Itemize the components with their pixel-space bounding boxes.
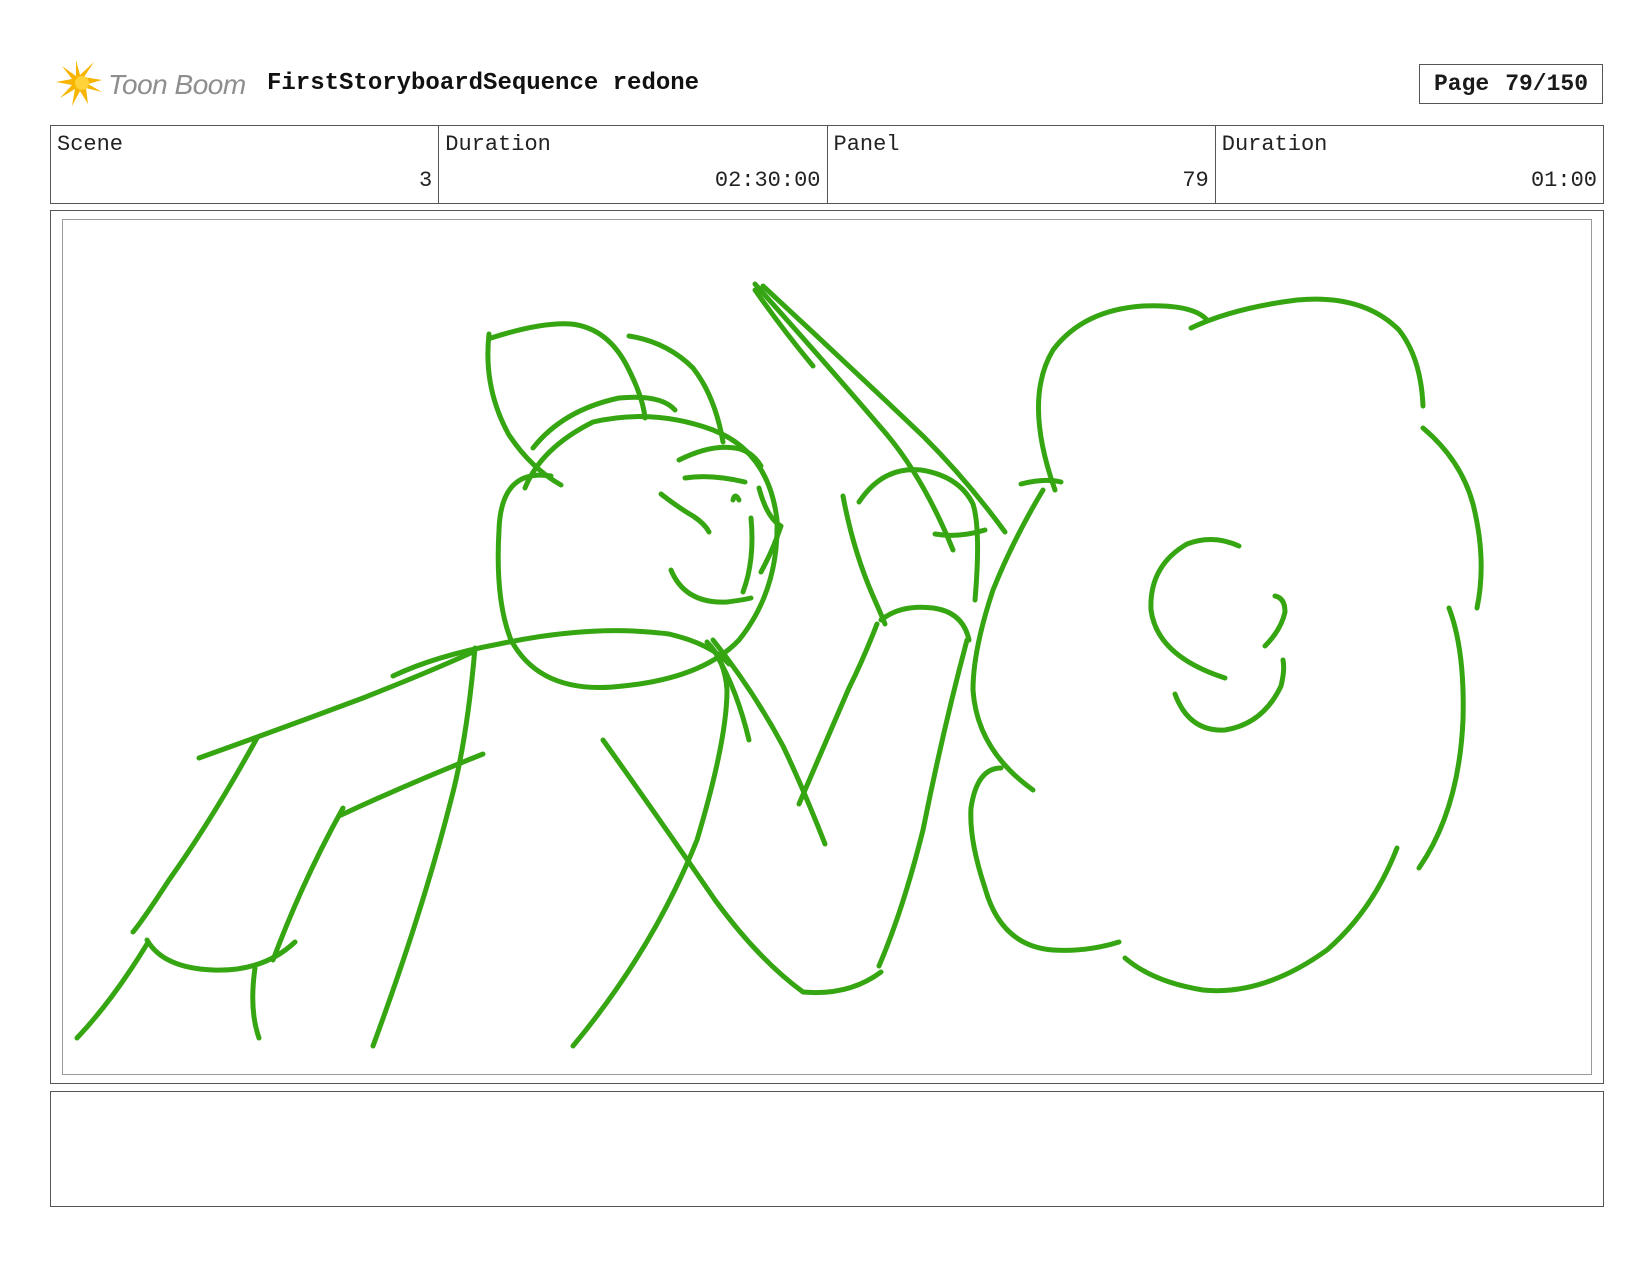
ear-left — [485, 331, 564, 488]
page-label: Page — [1433, 71, 1490, 97]
document-title: FirstStoryboardSequence redone — [267, 70, 700, 97]
cloud-inner-arc — [1148, 537, 1242, 681]
panel-duration-cell: Duration 01:00 — [1216, 126, 1603, 203]
panel-duration-label: Duration — [1221, 132, 1328, 157]
cloud-right-upper — [1420, 425, 1484, 611]
panel-frame — [62, 219, 1592, 1075]
scene-duration-label: Duration — [445, 132, 551, 157]
panel-duration-value: 01:00 — [1530, 168, 1597, 193]
page-value: 79/150 — [1505, 71, 1589, 97]
panel-label: Panel — [833, 132, 900, 157]
arm-lower — [796, 621, 880, 807]
cloud-left — [970, 487, 1046, 793]
hair-arc — [530, 394, 678, 451]
panel-value: 79 — [1182, 168, 1209, 193]
scene-info-table: Scene 3 Duration 02:30:00 Panel 79 Durat… — [50, 125, 1604, 204]
cuff — [144, 937, 298, 973]
hand — [878, 604, 972, 643]
arm-reach — [710, 637, 828, 847]
head-outline — [495, 414, 780, 690]
arm-line-far — [876, 637, 970, 969]
scene-label: Scene — [57, 132, 124, 157]
shoulder-line — [390, 628, 732, 679]
toon-boom-logo: Toon Boom — [54, 58, 246, 110]
ear-left-top — [488, 321, 648, 421]
scene-cell: Scene 3 — [51, 126, 440, 203]
shoulder-back — [196, 649, 476, 761]
cloud-top-right — [1188, 296, 1426, 409]
wand-c — [752, 287, 816, 369]
cloud-inner-hook — [1262, 593, 1288, 649]
arm-upper — [600, 737, 884, 996]
neck — [740, 515, 755, 595]
smile — [668, 567, 754, 605]
eye-dot — [730, 493, 742, 503]
cheek — [658, 491, 712, 535]
cloud-top-left — [1036, 303, 1210, 493]
leg-mark — [250, 965, 262, 1041]
page-indicator: Page 79/150 — [1419, 64, 1603, 104]
logo-text: Toon Boom — [108, 69, 246, 100]
panel-notes — [50, 1091, 1604, 1207]
arm-back-outer — [130, 735, 260, 935]
storyboard-panel — [50, 210, 1604, 1084]
cloud-bottom-right — [1122, 845, 1400, 994]
wand-a — [752, 281, 956, 553]
starburst-icon — [56, 60, 102, 106]
eye — [682, 474, 748, 485]
panel-sketch — [74, 281, 1484, 1049]
scene-duration-value: 02:30:00 — [714, 168, 821, 193]
cloud-bottom-left — [968, 765, 1122, 953]
sleeve-line — [336, 751, 486, 819]
arm-back-inner — [270, 805, 346, 963]
torso-left — [370, 645, 478, 1049]
cloud-inner-smile — [1172, 657, 1287, 733]
forearm — [74, 941, 150, 1041]
forearm-top — [840, 493, 888, 627]
scene-value: 3 — [419, 168, 433, 193]
torso-right — [570, 639, 730, 1049]
scene-duration-cell: Duration 02:30:00 — [439, 126, 828, 203]
cloud-right-lower — [1416, 605, 1466, 871]
nose — [756, 485, 784, 575]
panel-cell: Panel 79 — [828, 126, 1216, 203]
